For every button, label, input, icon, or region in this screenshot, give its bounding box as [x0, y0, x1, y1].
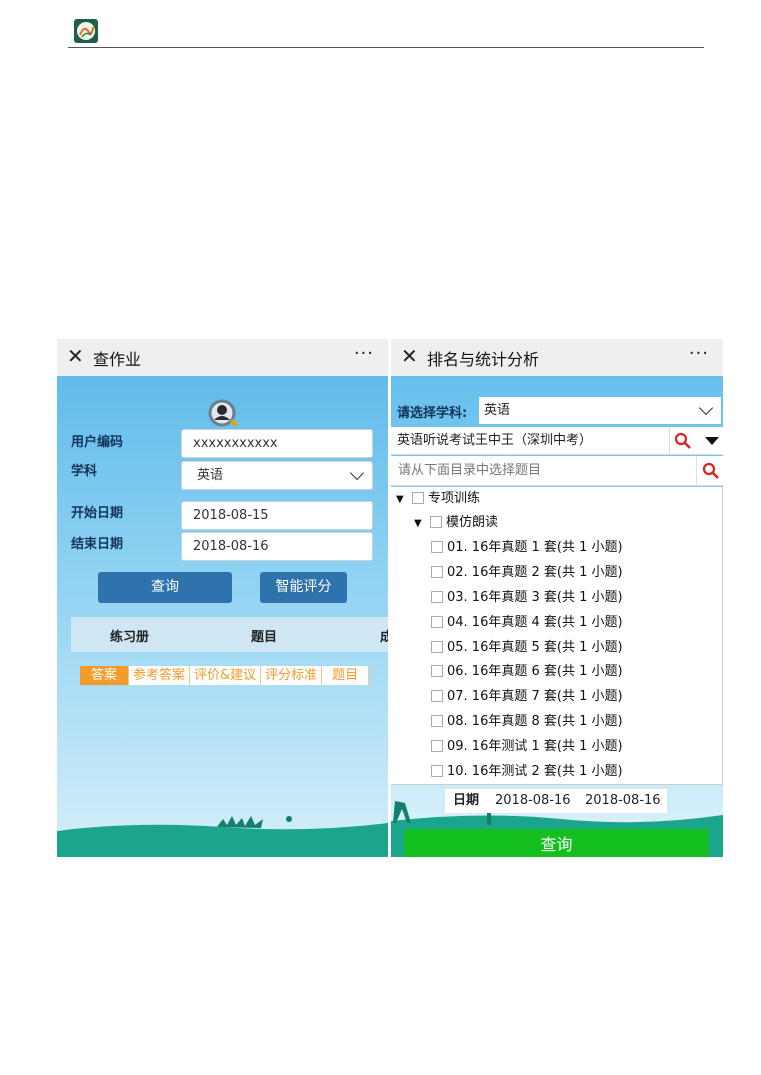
- tree-item[interactable]: 10. 16年测试 2 套(共 1 小题): [431, 762, 623, 782]
- question-tree: ▼ 专项训练 ▼ 模仿朗读 01. 16年真题 1 套(共 1 小题) 02. 16…: [391, 487, 723, 785]
- checkbox[interactable]: [431, 566, 443, 578]
- tree-item[interactable]: 07. 16年真题 7 套(共 1 小题): [431, 687, 623, 707]
- checkbox[interactable]: [431, 765, 443, 777]
- checkbox[interactable]: [431, 616, 443, 628]
- tree-item[interactable]: 06. 16年真题 6 套(共 1 小题): [431, 662, 623, 682]
- tree-item-label: 01. 16年真题 1 套(共 1 小题): [447, 540, 623, 555]
- tree-item-label: 09. 16年测试 1 套(共 1 小题): [447, 739, 623, 754]
- tree-item-label: 03. 16年真题 3 套(共 1 小题): [447, 590, 623, 605]
- results-table-header: 练习册 题目 成: [71, 617, 388, 652]
- tree-item[interactable]: 03. 16年真题 3 套(共 1 小题): [431, 588, 623, 608]
- exam-select-value: 英语听说考试王中王（深圳中考）: [397, 433, 593, 448]
- page-title: 排名与统计分析: [427, 350, 540, 369]
- decorative-landscape: [57, 816, 388, 857]
- more-icon[interactable]: ···: [354, 343, 374, 364]
- column-header-score: 成: [380, 630, 388, 645]
- user-search-icon: [208, 399, 238, 427]
- start-date-label: 开始日期: [71, 506, 124, 521]
- title-bar: ✕ 排名与统计分析 ···: [391, 339, 723, 376]
- end-date-label: 结束日期: [71, 537, 124, 552]
- tree-item[interactable]: 05. 16年真题 5 套(共 1 小题): [431, 638, 623, 658]
- tree-item-label: 08. 16年真题 8 套(共 1 小题): [447, 714, 623, 729]
- ranking-statistics-screen: ✕ 排名与统计分析 ··· 请选择学科: 英语 英语听说考试王中王（深圳中考） …: [391, 339, 723, 857]
- user-code-label: 用户编码: [71, 435, 124, 450]
- tree-item[interactable]: 09. 16年测试 1 套(共 1 小题): [431, 737, 623, 757]
- subject-select[interactable]: 英语: [181, 461, 373, 490]
- tree-node-label: 专项训练: [428, 491, 481, 506]
- tree-item-label: 07. 16年真题 7 套(共 1 小题): [447, 689, 623, 704]
- query-button[interactable]: 查询: [404, 829, 709, 857]
- chevron-down-icon: [698, 400, 714, 416]
- user-code-input[interactable]: xxxxxxxxxxx: [181, 429, 373, 458]
- header-divider: [68, 47, 704, 48]
- checkbox[interactable]: [412, 492, 424, 504]
- question-filter-placeholder: 请从下面目录中选择题目: [398, 463, 542, 478]
- date-label: 日期: [453, 793, 480, 808]
- tree-item[interactable]: 04. 16年真题 4 套(共 1 小题): [431, 613, 623, 633]
- answer-tabs: 答案 参考答案 评价&建议 评分标准 题目: [80, 666, 370, 685]
- checkbox[interactable]: [431, 665, 443, 677]
- checkbox[interactable]: [431, 715, 443, 727]
- checkbox[interactable]: [431, 541, 443, 553]
- subject-label: 请选择学科:: [397, 406, 468, 421]
- dropdown-caret-icon[interactable]: [705, 437, 719, 445]
- subject-select-value: 英语: [197, 468, 224, 483]
- tree-item[interactable]: 01. 16年真题 1 套(共 1 小题): [431, 538, 623, 558]
- tab-evaluation[interactable]: 评价&建议: [189, 666, 261, 685]
- tree-item-label: 02. 16年真题 2 套(共 1 小题): [447, 565, 623, 580]
- subject-select[interactable]: 英语: [479, 397, 721, 424]
- subject-label: 学科: [71, 464, 98, 479]
- tree-item[interactable]: 08. 16年真题 8 套(共 1 小题): [431, 712, 623, 732]
- question-filter-input[interactable]: 请从下面目录中选择题目: [391, 456, 723, 486]
- checkbox[interactable]: [431, 641, 443, 653]
- checkbox[interactable]: [430, 516, 442, 528]
- end-date-input[interactable]: 2018-08-16: [181, 532, 373, 561]
- column-header-workbook: 练习册: [110, 630, 150, 645]
- smart-score-button[interactable]: 智能评分: [260, 572, 347, 603]
- tree-node-child[interactable]: ▼ 模仿朗读: [414, 513, 498, 533]
- checkbox[interactable]: [431, 690, 443, 702]
- checkbox[interactable]: [431, 591, 443, 603]
- tree-node-label: 模仿朗读: [446, 515, 499, 530]
- tree-item[interactable]: 02. 16年真题 2 套(共 1 小题): [431, 563, 623, 583]
- tree-item-label: 04. 16年真题 4 套(共 1 小题): [447, 615, 623, 630]
- tab-reference-answer[interactable]: 参考答案: [128, 666, 190, 685]
- more-icon[interactable]: ···: [689, 343, 709, 364]
- tree-item-label: 05. 16年真题 5 套(共 1 小题): [447, 640, 623, 655]
- subject-select-value: 英语: [484, 403, 511, 418]
- tree-item-label: 10. 16年测试 2 套(共 1 小题): [447, 764, 623, 779]
- tab-question[interactable]: 题目: [321, 666, 370, 685]
- start-date-input[interactable]: 2018-08-15: [181, 501, 373, 530]
- date-range-row: 日期 2018-08-16 2018-08-16: [445, 789, 667, 813]
- tree-item-label: 06. 16年真题 6 套(共 1 小题): [447, 664, 623, 679]
- collapse-triangle-icon[interactable]: ▼: [396, 490, 412, 510]
- tab-scoring-criteria[interactable]: 评分标准: [260, 666, 322, 685]
- tree-node-root[interactable]: ▼ 专项训练: [396, 489, 480, 509]
- page-title: 查作业: [93, 350, 142, 369]
- search-icon[interactable]: [669, 427, 696, 454]
- collapse-triangle-icon[interactable]: ▼: [414, 514, 430, 534]
- chevron-down-icon: [349, 465, 365, 481]
- checkbox[interactable]: [431, 740, 443, 752]
- homework-query-screen: ✕ 查作业 ··· 用户编码 xxxxxxxxxxx 学科 英语 开始日期 20…: [57, 339, 388, 857]
- tab-answer[interactable]: 答案: [80, 666, 129, 685]
- title-bar: ✕ 查作业 ···: [57, 339, 388, 376]
- column-header-question: 题目: [251, 630, 278, 645]
- close-icon[interactable]: ✕: [67, 344, 84, 368]
- search-icon[interactable]: [696, 456, 723, 485]
- end-date-input[interactable]: 2018-08-16: [585, 789, 661, 813]
- start-date-input[interactable]: 2018-08-16: [495, 789, 571, 813]
- query-button[interactable]: 查询: [98, 572, 232, 603]
- exam-select[interactable]: 英语听说考试王中王（深圳中考）: [391, 427, 723, 455]
- app-logo-icon: [74, 19, 98, 43]
- close-icon[interactable]: ✕: [401, 344, 418, 368]
